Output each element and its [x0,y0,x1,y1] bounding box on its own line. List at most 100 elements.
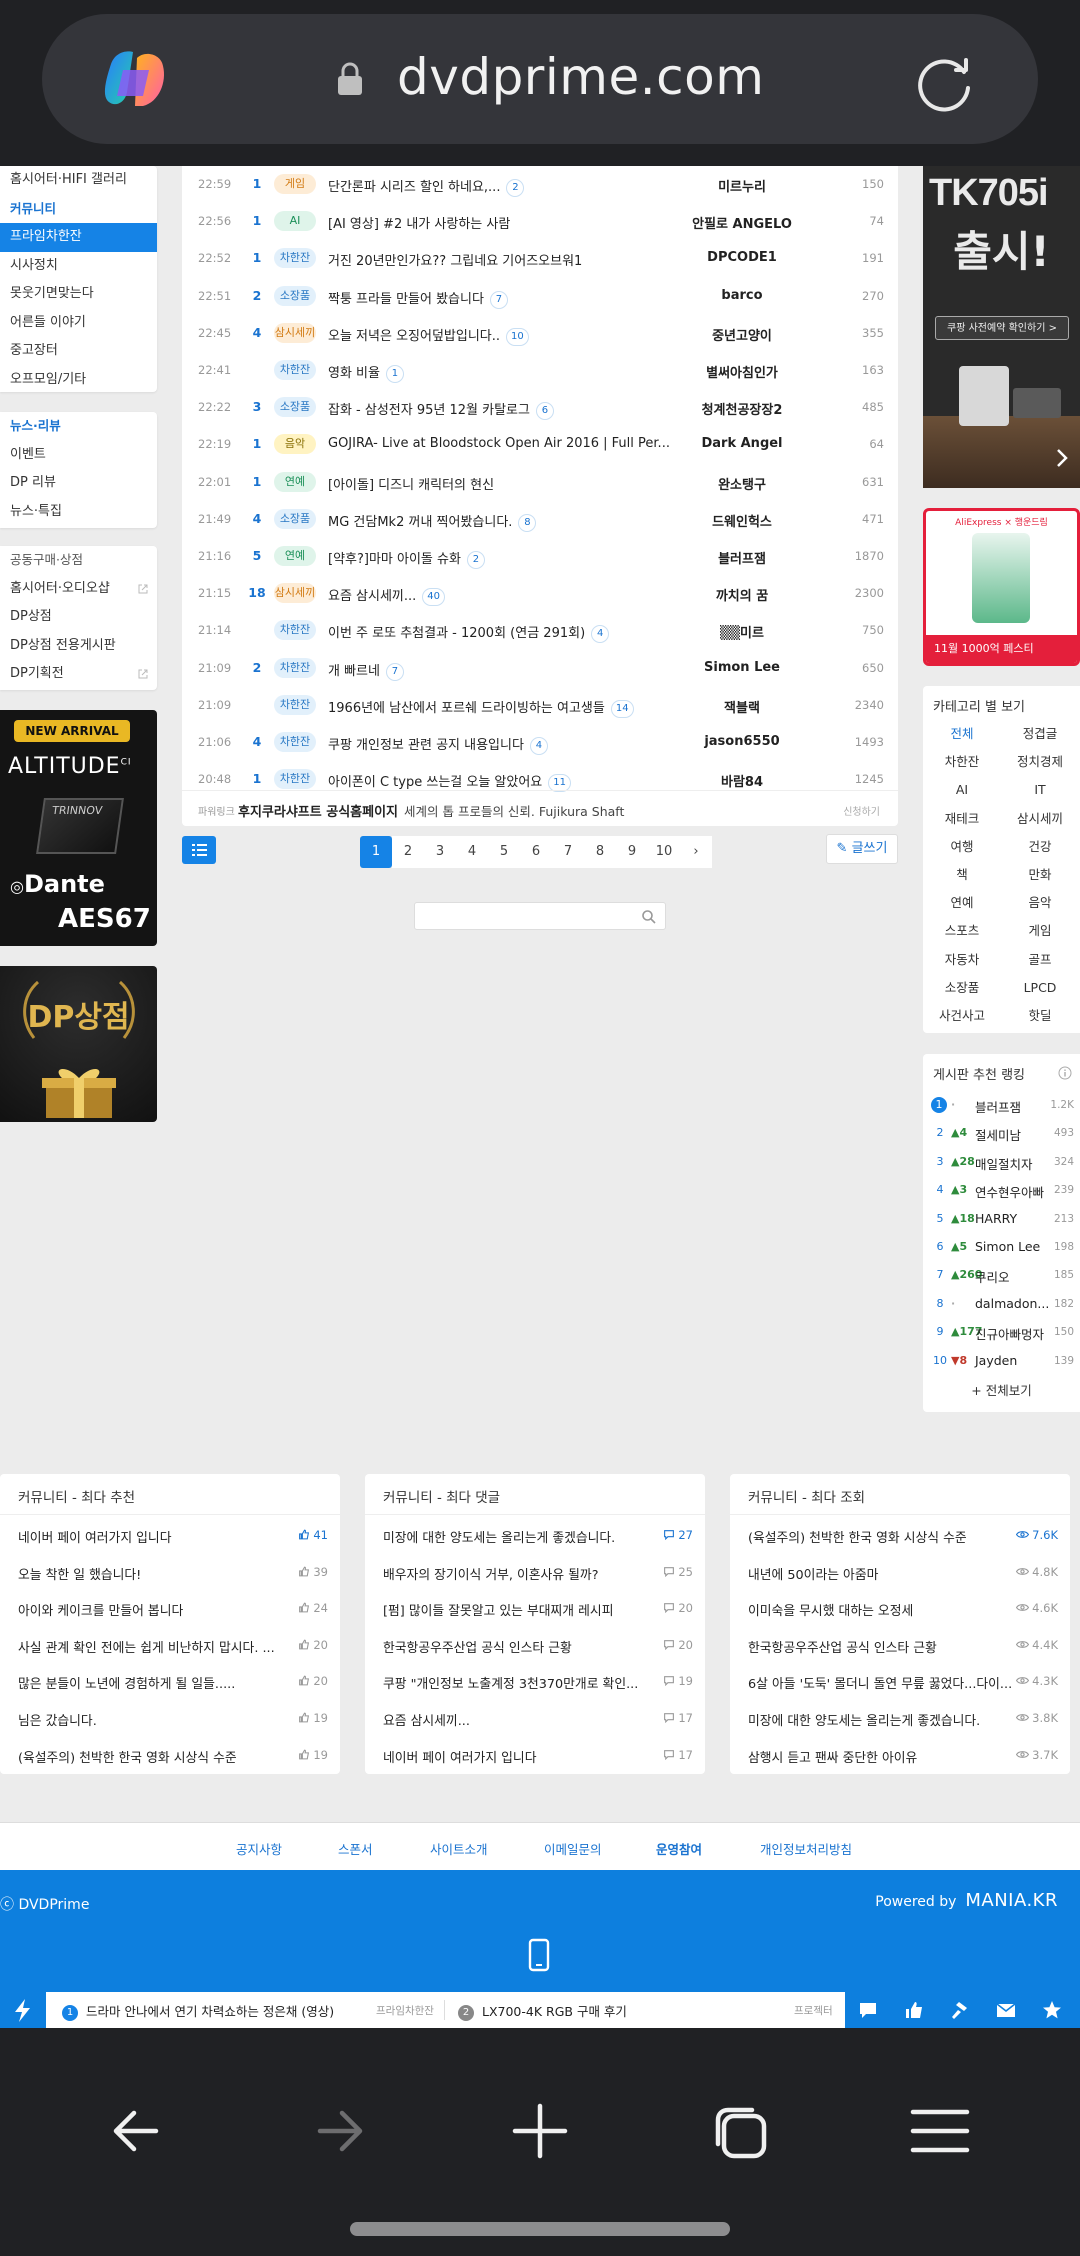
category-item[interactable]: 음악 [1001,889,1079,917]
post-title[interactable]: [AI 영상] #2 내가 사랑하는 사람 [328,213,510,232]
post-category-tag[interactable]: 차한잔 [274,657,316,678]
page-button[interactable]: 6 [520,836,552,868]
list-item[interactable]: 삼행시 듣고 팬싸 중단한 아이유 3.7K [730,1738,1070,1775]
ranking-item[interactable]: 4 ▲3 연수현우아빠 239 [923,1177,1080,1205]
ad-cta[interactable]: 쿠팡 사전예약 확인하기 > [935,316,1069,340]
sidebar-item[interactable]: 홈시어터·HIFI 갤러리 [0,166,157,195]
search-input[interactable] [414,902,666,930]
ranking-item[interactable]: 9 ▲177 진규아빠멍자 150 [923,1319,1080,1347]
post-row[interactable]: 22:59 1 게임 단간론파 시리즈 할인 하네요,... 2 미르누리 150 [182,166,898,203]
sidebar-item[interactable]: DP 리뷰 [0,469,157,498]
sidebar-item[interactable]: DP상점 [0,603,157,632]
footer-link[interactable]: 스폰서 [338,1839,373,1858]
post-title[interactable]: [아이돌] 디즈니 캐릭터의 현신 [328,474,494,493]
post-row[interactable]: 22:45 4 삼시세끼 오늘 저녁은 오징어덮밥입니다.. 10 중년고양이 355 [182,315,898,352]
post-row[interactable]: 22:01 1 연예 [아이돌] 디즈니 캐릭터의 현신 완소탱구 631 [182,464,898,501]
post-category-tag[interactable]: 연예 [274,546,316,566]
comment-icon[interactable] [857,2000,879,2020]
category-item[interactable]: 만화 [1001,861,1079,889]
post-row[interactable]: 22:41 차한잔 영화 비율 1 별써아침인가 163 [182,352,898,389]
post-title[interactable]: 1966년에 남산에서 포르쉐 드라이빙하는 여고생들 14 [328,697,634,718]
sidebar-item[interactable]: 이벤트 [0,441,157,470]
page-button[interactable]: 8 [584,836,616,868]
post-category-tag[interactable]: AI [274,211,316,232]
post-title[interactable]: MG 건담Mk2 꺼내 찍어봤습니다. 8 [328,511,537,532]
post-category-tag[interactable]: 차한잔 [274,620,316,641]
sidebar-item[interactable]: 오프모임/기타 [0,366,157,395]
list-item[interactable]: 쿠팡 "개인정보 노출계정 3천370만개로 확인... 19 [365,1664,705,1701]
post-title[interactable]: 쿠팡 개인정보 관련 공지 내용입니다 4 [328,734,548,755]
post-row[interactable]: 21:14 차한잔 이번 주 로또 추첨결과 - 1200회 (연금 291회) 4 ▒… [182,612,898,649]
sidebar-item[interactable]: 프라임차한잔 [0,223,157,252]
ranking-item[interactable]: 6 ▲5 Simon Lee 198 [923,1234,1080,1262]
footer-link[interactable]: 이메일문의 [544,1839,602,1858]
post-category-tag[interactable]: 게임 [274,174,316,194]
post-category-tag[interactable]: 소장품 [274,397,316,418]
hammer-icon[interactable] [949,2000,971,2020]
post-row[interactable]: 21:06 4 차한잔 쿠팡 개인정보 관련 공지 내용입니다 4 jason6550 14… [182,724,898,761]
new-tab-icon[interactable] [507,2098,573,2164]
category-item[interactable]: 연예 [923,889,1001,917]
sidebar-item[interactable]: DP상점 전용게시판 [0,632,157,661]
category-item[interactable]: IT [1001,776,1079,804]
post-title[interactable]: 잡화 - 삼성전자 95년 12월 카탈로그 6 [328,399,554,421]
sidebar-item[interactable]: 홈시어터·오디오샵 [0,575,157,604]
chevron-right-icon[interactable] [1054,448,1070,468]
next-page-button[interactable]: › [680,836,712,868]
list-item[interactable]: 6살 아들 '도둑' 몰더니 돌연 무릎 꿇었다...다이... 4.3K [730,1664,1070,1701]
footer-link[interactable]: 운영참여 [656,1839,702,1858]
category-item[interactable]: 삼시세끼 [1001,805,1079,833]
star-icon[interactable] [1041,2000,1063,2020]
copilot-icon[interactable] [97,42,173,118]
list-item[interactable]: 아이와 케이크를 만들어 봅니다 24 [0,1591,340,1628]
ranking-item[interactable]: 1 · 블러프잼 1.2K [923,1092,1080,1120]
post-title[interactable]: 단간론파 시리즈 할인 하네요,... 2 [328,176,525,197]
category-item[interactable]: 자동차 [923,946,1001,974]
ranking-item[interactable]: 2 ▲4 절세미남 493 [923,1120,1080,1148]
list-item[interactable]: 네이버 페이 여러가지 입니다 41 [0,1518,340,1555]
ranking-item[interactable]: 5 ▲18 HARRY 213 [923,1206,1080,1234]
list-item[interactable]: 한국항공우주산업 공식 인스타 근황 4.4K [730,1628,1070,1665]
ranking-item[interactable]: 7 ▲260 쿠리오 185 [923,1262,1080,1290]
reload-icon[interactable] [912,50,978,116]
page-button[interactable]: 7 [552,836,584,868]
category-item[interactable]: 소장품 [923,974,1001,1002]
category-item[interactable]: 정겹글 [1001,720,1079,748]
list-item[interactable]: 배우자의 장기이식 거부, 이혼사유 될까? 25 [365,1555,705,1592]
category-item[interactable]: 차한잔 [923,748,1001,776]
post-row[interactable]: 21:16 5 연예 [약후?]마마 아이돌 슈화 2 블러프잼 1870 [182,538,898,575]
mobile-icon[interactable] [528,1938,550,1972]
category-item[interactable]: 여행 [923,833,1001,861]
ad-title[interactable]: 후지쿠라샤프트 공식홈페이지 [238,801,398,820]
post-category-tag[interactable]: 소장품 [274,285,316,306]
post-category-tag[interactable]: 차한잔 [274,769,316,790]
post-row[interactable]: 22:56 1 AI [AI 영상] #2 내가 사랑하는 사람 안필로 ANGELO 7… [182,203,898,240]
footer-link[interactable]: 공지사항 [236,1839,282,1858]
post-row[interactable]: 21:49 4 소장품 MG 건담Mk2 꺼내 찍어봤습니다. 8 드웨인헉스 471 [182,501,898,538]
aliexpress-ad[interactable]: AliExpress × 행운드림 11월 1000억 페스티 [923,508,1080,666]
menu-icon[interactable] [907,2098,973,2164]
forward-icon[interactable] [306,2098,372,2164]
search-icon[interactable] [641,909,657,925]
post-category-tag[interactable]: 삼시세끼 [274,583,316,604]
category-item[interactable]: 사건사고 [923,1002,1001,1030]
category-item[interactable]: LPCD [1001,974,1079,1002]
list-item[interactable]: 네이버 페이 여러가지 입니다 17 [365,1738,705,1775]
list-item[interactable]: 한국항공우주산업 공식 인스타 근황 20 [365,1628,705,1665]
post-title[interactable]: 이번 주 로또 추첨결과 - 1200회 (연금 291회) 4 [328,622,610,644]
list-item[interactable]: 오늘 착한 일 했습니다! 39 [0,1555,340,1592]
post-title[interactable]: GOJIRA- Live at Bloodstock Open Air 2016… [328,436,670,451]
post-title[interactable]: 요즘 삼시세끼... 40 [328,585,446,607]
footer-link[interactable]: 개인정보처리방침 [760,1839,852,1858]
list-item[interactable]: (육설주의) 천박한 한국 영화 시상식 수준 7.6K [730,1518,1070,1555]
page-button[interactable]: 9 [616,836,648,868]
category-item[interactable]: 핫딜 [1001,1002,1079,1030]
list-item[interactable]: 많은 분들이 노년에 경험하게 될 일들..... 20 [0,1664,340,1701]
sidebar-item[interactable]: 시사정치 [0,252,157,281]
category-item[interactable]: 골프 [1001,946,1079,974]
list-item[interactable]: 미장에 대한 양도세는 올리는게 좋겠습니다. 3.8K [730,1701,1070,1738]
post-row[interactable]: 22:51 2 소장품 짝퉁 프라들 만들어 봤습니다 7 barco 270 [182,278,898,315]
post-row[interactable]: 22:19 1 음악 GOJIRA- Live at Bloodstock Open … [182,426,898,463]
power-link-ad[interactable]: 파워링크 후지쿠라샤프트 공식홈페이지 세계의 톱 프로들의 신뢰. Fujik… [182,790,898,826]
post-row[interactable]: 22:22 3 소장품 잡화 - 삼성전자 95년 12월 카탈로그 6 청계천공장장2 4… [182,389,898,426]
